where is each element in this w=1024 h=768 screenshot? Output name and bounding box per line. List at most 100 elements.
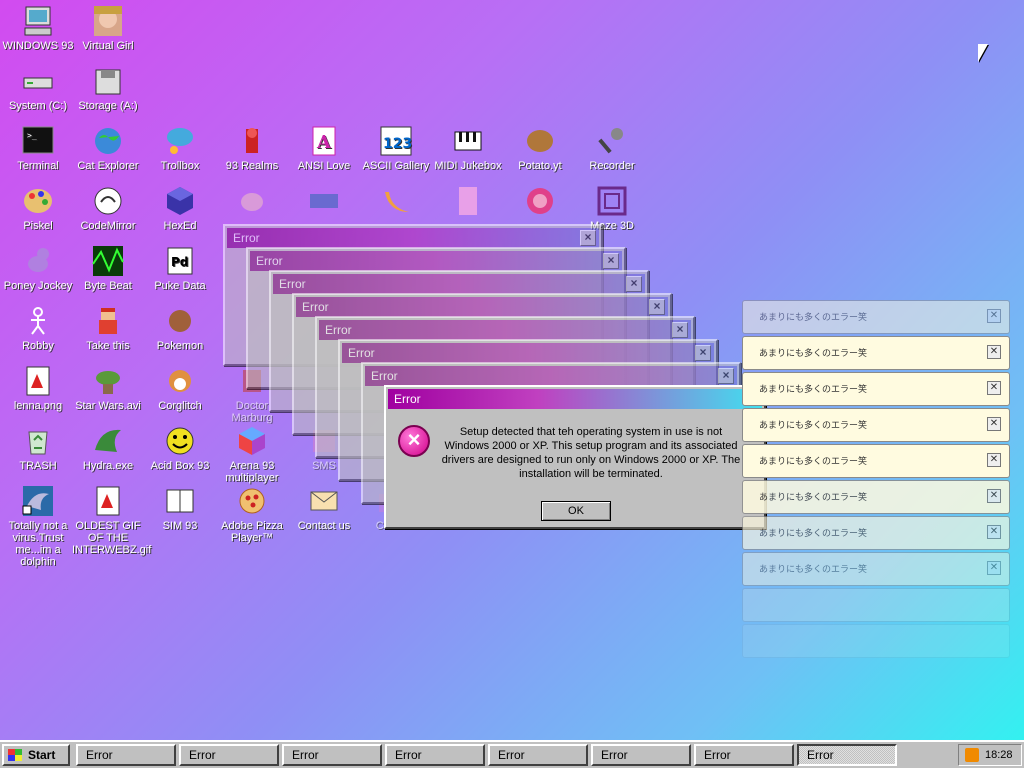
taskbar-item-error[interactable]: Error: [591, 744, 691, 766]
desktop-icon-arena[interactable]: Arena 93 multiplayer: [216, 424, 288, 484]
envelope-icon: [310, 491, 338, 511]
close-button[interactable]: ×: [649, 299, 665, 315]
cube-color-icon: [239, 427, 265, 455]
desktop-icon-poney-jockey[interactable]: Poney Jockey: [2, 244, 74, 292]
desktop-icon-ball[interactable]: [504, 184, 576, 220]
notification[interactable]: あまりにも多くのエラー笑 ✕: [742, 336, 1010, 370]
desktop-icon-star-wars[interactable]: Star Wars.avi: [72, 364, 144, 412]
close-button[interactable]: ×: [580, 230, 596, 246]
desktop-icon-audio[interactable]: [432, 184, 504, 220]
notification-close-button[interactable]: ✕: [987, 525, 1001, 539]
desktop-icon-sim93[interactable]: SIM 93: [144, 484, 216, 532]
notification-close-button[interactable]: ✕: [987, 309, 1001, 323]
icon-label: MIDI Jukebox: [434, 160, 502, 172]
desktop-icon-pizza[interactable]: Adobe Pizza Player™: [216, 484, 288, 544]
yoda-icon: [96, 371, 120, 394]
banana-icon: [385, 192, 409, 212]
desktop-icon-hydra[interactable]: Hydra.exe: [72, 424, 144, 472]
smiley-icon: [166, 427, 194, 455]
taskbar-item-error[interactable]: Error: [179, 744, 279, 766]
error-dialog[interactable]: Error × Setup detected that teh operatin…: [384, 385, 766, 529]
notification-close-button[interactable]: ✕: [987, 345, 1001, 359]
desktop-icon-terminal[interactable]: >_ Terminal: [2, 124, 74, 172]
image-file-icon: [26, 366, 50, 396]
icon-label: Byte Beat: [84, 280, 132, 292]
icon-label: ASCII Gallery: [362, 160, 430, 172]
desktop-icon-cat-explorer[interactable]: Cat Explorer: [72, 124, 144, 172]
close-button[interactable]: ×: [626, 276, 642, 292]
taskbar-item-error[interactable]: Error: [282, 744, 382, 766]
desktop-icon-robby[interactable]: Robby: [2, 304, 74, 352]
window-title: Error: [302, 300, 329, 314]
notification[interactable]: あまりにも多くのエラー笑 ✕: [742, 480, 1010, 514]
taskbar-item-error[interactable]: Error: [385, 744, 485, 766]
desktop-icon-banana[interactable]: [360, 184, 432, 220]
icon-label: Potato.yt: [518, 160, 562, 172]
notification[interactable]: あまりにも多くのエラー笑 ✕: [742, 552, 1010, 586]
close-button[interactable]: ×: [672, 322, 688, 338]
error-body: × Setup detected that teh operating syst…: [386, 411, 764, 495]
close-button[interactable]: ×: [695, 345, 711, 361]
notification-close-button[interactable]: ✕: [987, 381, 1001, 395]
desktop-icon-93-realms[interactable]: 93 Realms: [216, 124, 288, 172]
desktop-icon-storage-a[interactable]: Storage (A:): [72, 64, 144, 112]
desktop-icon-take-this[interactable]: Take this: [72, 304, 144, 352]
icon-label: Terminal: [17, 160, 59, 172]
notification-close-button[interactable]: ✕: [987, 489, 1001, 503]
notification[interactable]: あまりにも多くのエラー笑 ✕: [742, 408, 1010, 442]
desktop-icon-recorder[interactable]: Recorder: [576, 124, 648, 172]
potato-icon: [527, 130, 553, 152]
recycle-bin-icon: [28, 431, 48, 455]
icon-label: CodeMirror: [80, 220, 136, 232]
desktop-icon-byte-beat[interactable]: Byte Beat: [72, 244, 144, 292]
desktop-icon-acid-box[interactable]: Acid Box 93: [144, 424, 216, 472]
notification-close-button[interactable]: ✕: [987, 417, 1001, 431]
error-dialog-titlebar[interactable]: Error: [388, 389, 762, 409]
svg-text:A: A: [316, 132, 332, 153]
close-button[interactable]: ×: [718, 368, 734, 384]
notification[interactable]: あまりにも多くのエラー笑 ✕: [742, 516, 1010, 550]
notification-close-button[interactable]: ✕: [987, 453, 1001, 467]
desktop-icon-corglitch[interactable]: Corglitch: [144, 364, 216, 412]
desktop-icon-trollbox[interactable]: Trollbox: [144, 124, 216, 172]
notification-fading: [742, 588, 1010, 622]
close-button[interactable]: ×: [603, 253, 619, 269]
desktop-icon-codemirror[interactable]: CodeMirror: [72, 184, 144, 232]
desktop-icon-oldest-gif[interactable]: OLDEST GIF OF THE INTERWEBZ.gif: [72, 484, 151, 556]
desktop-icon-contact[interactable]: Contact us: [288, 484, 360, 532]
rss-icon[interactable]: [965, 748, 979, 762]
desktop-icon-lenna[interactable]: lenna.png: [2, 364, 74, 412]
desktop-icon-hexed[interactable]: HexEd: [144, 184, 216, 232]
desktop-icon-midi-jukebox[interactable]: MIDI Jukebox: [432, 124, 504, 172]
window-title: Error: [394, 392, 421, 406]
ok-button[interactable]: OK: [541, 501, 611, 521]
floppy-icon: [95, 69, 121, 95]
desktop-icon-piskel[interactable]: Piskel: [2, 184, 74, 232]
taskbar-item-error-active[interactable]: Error: [797, 744, 897, 766]
desktop-icon-ascii-gallery[interactable]: 123 ASCII Gallery: [360, 124, 432, 172]
notification[interactable]: あまりにも多くのエラー笑 ✕: [742, 300, 1010, 334]
desktop-icon-ansi-love[interactable]: A ANSI Love: [288, 124, 360, 172]
taskbar-item-error[interactable]: Error: [488, 744, 588, 766]
taskbar-item-error[interactable]: Error: [76, 744, 176, 766]
notification[interactable]: あまりにも多くのエラー笑 ✕: [742, 372, 1010, 406]
icon-label: Corglitch: [158, 400, 202, 412]
taskbar-item-error[interactable]: Error: [694, 744, 794, 766]
window-title: Error: [279, 277, 306, 291]
mouse-cursor-icon: [978, 44, 988, 62]
desktop-icon-virtualgirl[interactable]: Virtual Girl: [72, 4, 144, 52]
desktop-icon-potato[interactable]: Potato.yt: [504, 124, 576, 172]
notification-close-button[interactable]: ✕: [987, 561, 1001, 575]
desktop-icon-system-c[interactable]: System (C:): [2, 64, 74, 112]
notification[interactable]: あまりにも多くのエラー笑 ✕: [742, 444, 1010, 478]
desktop-icon-pokemon[interactable]: Pokemon: [144, 304, 216, 352]
desktop-icon-windows93[interactable]: WINDOWS 93: [2, 4, 74, 52]
desktop-icon-dolphin[interactable]: Totally not a virus.Trust me...im a dolp…: [2, 484, 74, 568]
desktop-icon-puke-data[interactable]: Pd Puke Data: [144, 244, 216, 292]
drive-icon: [23, 77, 53, 89]
icon-label: Trollbox: [160, 160, 200, 172]
desktop-icon-trash[interactable]: TRASH: [2, 424, 74, 472]
start-button[interactable]: Start: [2, 744, 70, 766]
desktop-icon-keyboard[interactable]: [288, 184, 360, 220]
desktop-icon-teapot[interactable]: [216, 184, 288, 220]
